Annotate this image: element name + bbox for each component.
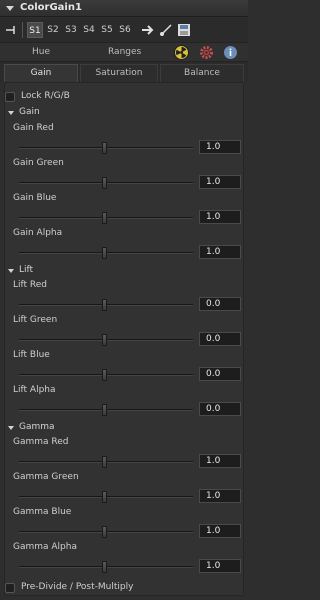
gain-red-control: Gain Red 1.0 — [5, 123, 241, 159]
gamma-green-control: Gamma Green 1.0 — [5, 472, 241, 508]
value-field[interactable]: 1.0 — [199, 140, 241, 154]
gamma-alpha-control: Gamma Alpha 1.0 — [5, 542, 241, 578]
slider-handle[interactable] — [102, 369, 107, 381]
slider-handle[interactable] — [102, 491, 107, 503]
control-label: Gamma Red — [13, 437, 69, 447]
save-icon[interactable] — [176, 22, 192, 38]
value-field[interactable]: 0.0 — [199, 402, 241, 416]
value-field[interactable]: 1.0 — [199, 524, 241, 538]
pre-divide-checkbox[interactable]: Pre-Divide / Post-Multiply — [5, 581, 235, 595]
info-icon[interactable] — [223, 45, 238, 60]
lock-rgb-checkbox-box[interactable] — [5, 92, 15, 102]
tab-gain[interactable]: Gain — [4, 64, 78, 82]
control-label: Gamma Alpha — [13, 542, 77, 552]
gamma-red-control: Gamma Red 1.0 — [5, 437, 241, 473]
version-slot-s1[interactable]: S1 — [27, 22, 43, 38]
slider-handle[interactable] — [102, 334, 107, 346]
value-field[interactable]: 0.0 — [199, 332, 241, 346]
pick-icon[interactable] — [158, 22, 174, 38]
control-label: Lift Red — [13, 280, 48, 290]
collapse-arrow-icon[interactable] — [6, 6, 14, 11]
gamma-blue-control: Gamma Blue 1.0 — [5, 507, 241, 543]
slider-handle[interactable] — [102, 177, 107, 189]
version-slot-s6[interactable]: S6 — [117, 22, 133, 38]
top-tab-bar: Hue Ranges — [0, 42, 248, 62]
control-label: Gain Alpha — [13, 228, 63, 238]
value-field[interactable]: 1.0 — [199, 175, 241, 189]
slider-handle[interactable] — [102, 404, 107, 416]
group-header-gain[interactable]: Gain — [5, 106, 105, 120]
control-label: Lift Green — [13, 315, 58, 325]
value-field[interactable]: 1.0 — [199, 559, 241, 573]
value-field[interactable]: 1.0 — [199, 454, 241, 468]
tab-saturation[interactable]: Saturation — [80, 64, 158, 82]
toolbar-separator — [22, 22, 23, 38]
value-field[interactable]: 1.0 — [199, 210, 241, 224]
slider-handle[interactable] — [102, 247, 107, 259]
tab-ranges[interactable]: Ranges — [108, 47, 141, 57]
value-field[interactable]: 1.0 — [199, 245, 241, 259]
control-label: Gain Green — [13, 158, 64, 168]
value-field[interactable]: 1.0 — [199, 489, 241, 503]
group-label: Lift — [19, 265, 34, 275]
panel-title: ColorGain1 — [20, 2, 82, 13]
chevron-down-icon[interactable] — [8, 426, 14, 430]
control-label: Gamma Blue — [13, 507, 72, 517]
version-slot-s4[interactable]: S4 — [81, 22, 97, 38]
lock-rgb-label: Lock R/G/B — [21, 91, 70, 101]
control-label: Gain Red — [13, 123, 54, 133]
lock-rgb-checkbox[interactable]: Lock R/G/B — [5, 90, 205, 104]
slider-handle[interactable] — [102, 456, 107, 468]
slider-handle[interactable] — [102, 299, 107, 311]
version-slot-s2[interactable]: S2 — [45, 22, 61, 38]
pre-divide-checkbox-box[interactable] — [5, 583, 15, 593]
gain-blue-control: Gain Blue 1.0 — [5, 193, 241, 229]
value-field[interactable]: 0.0 — [199, 297, 241, 311]
group-header-gamma[interactable]: Gamma — [5, 421, 105, 435]
slider-handle[interactable] — [102, 212, 107, 224]
version-slot-s5[interactable]: S5 — [99, 22, 115, 38]
group-header-lift[interactable]: Lift — [5, 264, 105, 278]
version-slot-s3[interactable]: S3 — [63, 22, 79, 38]
tab-balance[interactable]: Balance — [160, 64, 244, 82]
version-toolbar: S1 S2 S3 S4 S5 S6 — [0, 18, 248, 42]
lift-green-control: Lift Green 0.0 — [5, 315, 241, 351]
control-label: Gamma Green — [13, 472, 79, 482]
control-label: Lift Alpha — [13, 385, 56, 395]
value-field[interactable]: 0.0 — [199, 367, 241, 381]
forward-arrow-icon[interactable] — [140, 22, 156, 38]
controls-panel: Lock R/G/B Gain Gain Red 1.0 Gain Green … — [4, 82, 244, 596]
sub-tab-bar: Gain Saturation Balance — [0, 62, 248, 82]
panel-titlebar[interactable]: ColorGain1 — [0, 0, 248, 17]
pre-divide-label: Pre-Divide / Post-Multiply — [21, 582, 134, 592]
gain-alpha-control: Gain Alpha 1.0 — [5, 228, 241, 264]
lift-blue-control: Lift Blue 0.0 — [5, 350, 241, 386]
group-label: Gain — [19, 107, 40, 117]
gear-icon[interactable] — [199, 45, 214, 60]
lift-alpha-control: Lift Alpha 0.0 — [5, 385, 241, 421]
slider-handle[interactable] — [102, 142, 107, 154]
control-label: Lift Blue — [13, 350, 50, 360]
chevron-down-icon[interactable] — [8, 269, 14, 273]
slider-handle[interactable] — [102, 526, 107, 538]
group-label: Gamma — [19, 422, 55, 432]
tab-hue[interactable]: Hue — [32, 47, 50, 57]
chevron-down-icon[interactable] — [8, 111, 14, 115]
slider-handle[interactable] — [102, 561, 107, 573]
control-label: Gain Blue — [13, 193, 57, 203]
gain-green-control: Gain Green 1.0 — [5, 158, 241, 194]
lift-red-control: Lift Red 0.0 — [5, 280, 241, 316]
pin-icon[interactable] — [5, 23, 19, 37]
radiation-icon[interactable] — [174, 45, 189, 60]
